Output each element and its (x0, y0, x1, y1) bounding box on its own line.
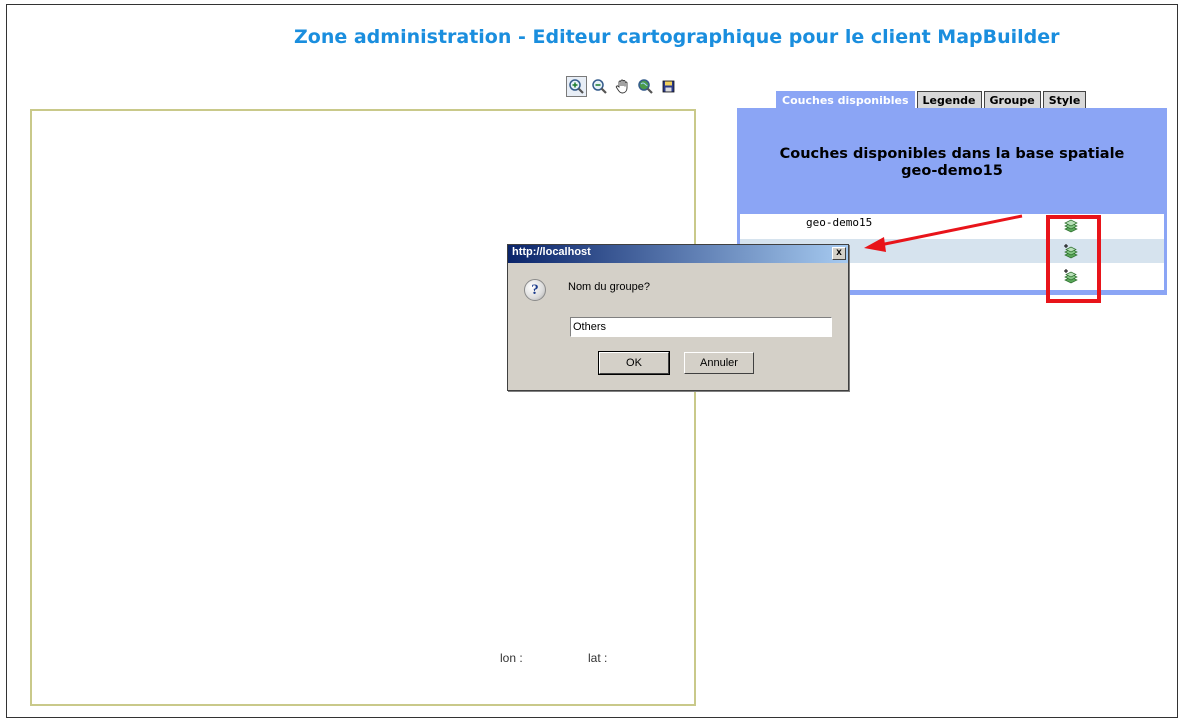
lat-label: lat : (588, 651, 608, 665)
map-viewport[interactable]: lon : lat : (30, 109, 696, 706)
pan-hand-icon (615, 79, 628, 94)
panel-heading: Couches disponibles dans la base spatial… (737, 146, 1167, 180)
zoom-extent-button[interactable] (635, 76, 656, 97)
question-icon: ? (524, 279, 546, 301)
prompt-dialog: http://localhost x ? Nom du groupe? OK A… (507, 244, 849, 391)
panel-heading-line1: Couches disponibles dans la base spatial… (779, 146, 1125, 162)
zoom-extent-icon (638, 79, 653, 94)
save-icon (662, 80, 675, 93)
group-name-input[interactable] (570, 317, 832, 337)
close-icon[interactable]: x (832, 247, 846, 260)
map-toolbar (566, 76, 679, 97)
highlight-box (1046, 215, 1101, 303)
page-title: Zone administration - Editeur cartograph… (294, 26, 1060, 48)
annotation-arrow (864, 214, 1023, 252)
zoom-out-button[interactable] (589, 76, 610, 97)
tab-couches-disponibles[interactable]: Couches disponibles (776, 91, 915, 109)
zoom-in-icon (569, 79, 584, 94)
tab-style[interactable]: Style (1042, 91, 1087, 109)
zoom-in-button[interactable] (566, 76, 587, 97)
panel-tabs: Couches disponibles Legende Groupe Style (776, 91, 1087, 109)
lon-label: lon : (500, 651, 523, 665)
dialog-title: http://localhost (512, 246, 591, 258)
dialog-titlebar: http://localhost x (508, 245, 848, 263)
cancel-button[interactable]: Annuler (684, 352, 754, 374)
panel-heading-line2: geo-demo15 (901, 163, 1003, 179)
pan-button[interactable] (612, 76, 633, 97)
ok-button[interactable]: OK (598, 351, 670, 375)
tab-legende[interactable]: Legende (916, 91, 982, 109)
dialog-message: Nom du groupe? (568, 281, 650, 293)
zoom-out-icon (592, 79, 607, 94)
save-button[interactable] (658, 76, 679, 97)
tab-groupe[interactable]: Groupe (983, 91, 1041, 109)
